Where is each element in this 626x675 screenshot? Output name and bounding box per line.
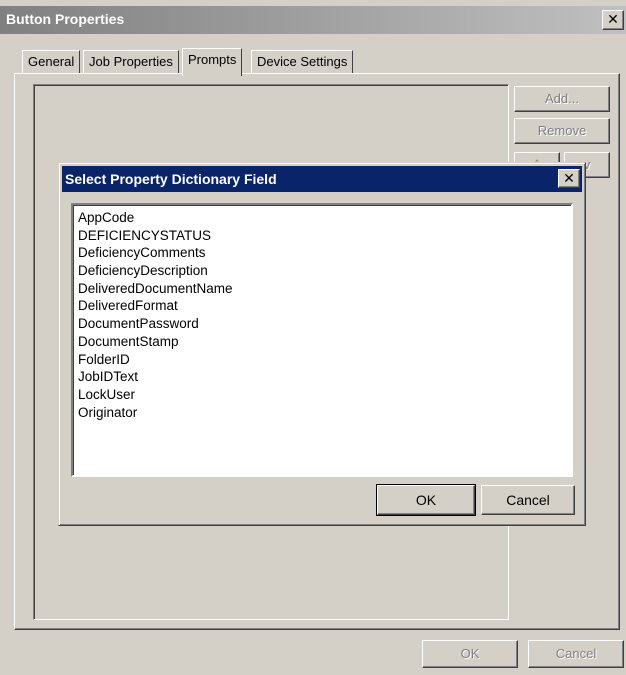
dialog-cancel-button[interactable]: Cancel [481,485,575,515]
dialog-close-button[interactable]: ✕ [558,169,580,188]
dialog-titlebar: Select Property Dictionary Field ✕ [62,166,582,192]
list-item[interactable]: DeliveredDocumentName [78,280,571,298]
select-field-dialog: Select Property Dictionary Field ✕ AppCo… [58,162,586,526]
ok-button[interactable]: OK [422,640,518,668]
list-item[interactable]: JobIDText [78,368,571,386]
close-icon: ✕ [563,170,575,186]
list-item[interactable]: DocumentStamp [78,333,571,351]
tab-prompts[interactable]: Prompts [182,48,243,76]
tab-device-settings[interactable]: Device Settings [251,50,354,74]
list-item[interactable]: DeficiencyDescription [78,262,571,280]
window-titlebar: Button Properties ✕ [0,6,626,34]
list-item[interactable]: DocumentPassword [78,315,571,333]
remove-button[interactable]: Remove [514,118,610,144]
list-item[interactable]: DeliveredFormat [78,297,571,315]
field-listbox[interactable]: AppCode DEFICIENCYSTATUS DeficiencyComme… [71,203,573,477]
window-close-button[interactable]: ✕ [602,10,624,30]
tab-general[interactable]: General [22,50,81,74]
list-item[interactable]: DEFICIENCYSTATUS [78,227,571,245]
dialog-ok-button[interactable]: OK [376,484,476,516]
cancel-button[interactable]: Cancel [528,640,624,668]
dialog-title: Select Property Dictionary Field [65,171,277,187]
list-item[interactable]: AppCode [78,209,571,227]
close-icon: ✕ [607,11,619,27]
tab-job-properties[interactable]: Job Properties [83,50,179,74]
list-item[interactable]: DeficiencyComments [78,244,571,262]
window-title: Button Properties [6,11,125,27]
list-item[interactable]: Originator [78,404,571,422]
list-item[interactable]: LockUser [78,386,571,404]
add-button[interactable]: Add... [514,86,610,112]
list-item[interactable]: FolderID [78,351,571,369]
